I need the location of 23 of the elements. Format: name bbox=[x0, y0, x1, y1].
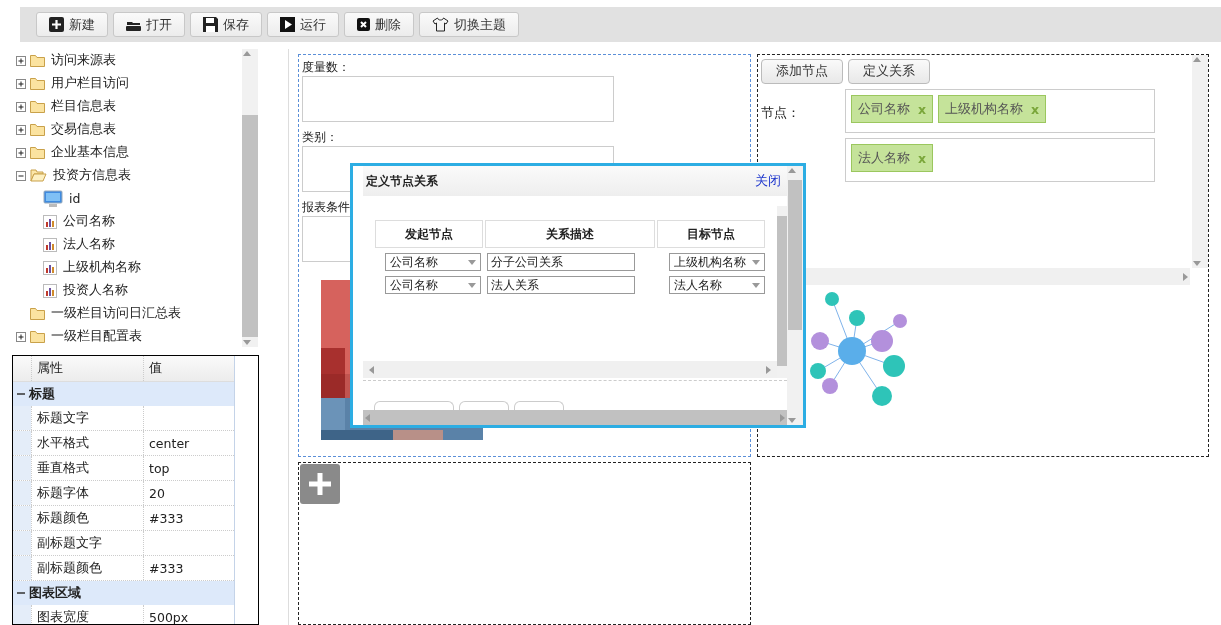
column-header: 关系描述 bbox=[485, 220, 655, 248]
field-label: 节点： bbox=[761, 104, 801, 122]
field-label: 类别： bbox=[302, 130, 338, 146]
field-label: 报表条件 bbox=[302, 200, 350, 216]
node-tag: 法人名称 x bbox=[851, 144, 934, 172]
property-name: 垂直格式 bbox=[31, 456, 143, 480]
column-header: 属性 bbox=[31, 356, 143, 381]
property-name: 水平格式 bbox=[31, 431, 143, 455]
dialog-title: 定义节点关系 bbox=[366, 172, 438, 190]
group-title: 标题 bbox=[29, 385, 55, 403]
column-header: 值 bbox=[143, 356, 234, 381]
column-header: 目标节点 bbox=[657, 220, 765, 248]
property-name: 标题颜色 bbox=[31, 506, 143, 530]
property-name: 图表宽度 bbox=[31, 605, 143, 624]
property-name: 标题字体 bbox=[31, 481, 143, 505]
field-label: 度量数： bbox=[302, 60, 350, 76]
column-header: 发起节点 bbox=[375, 220, 483, 248]
property-name: 副标题文字 bbox=[31, 531, 143, 555]
property-name: 标题文字 bbox=[31, 406, 143, 430]
group-title: 图表区域 bbox=[29, 584, 81, 602]
node-tag: 上级机构名称 x bbox=[938, 95, 1047, 123]
property-name: 副标题颜色 bbox=[31, 556, 143, 580]
node-tag: 公司名称 x bbox=[851, 95, 934, 123]
